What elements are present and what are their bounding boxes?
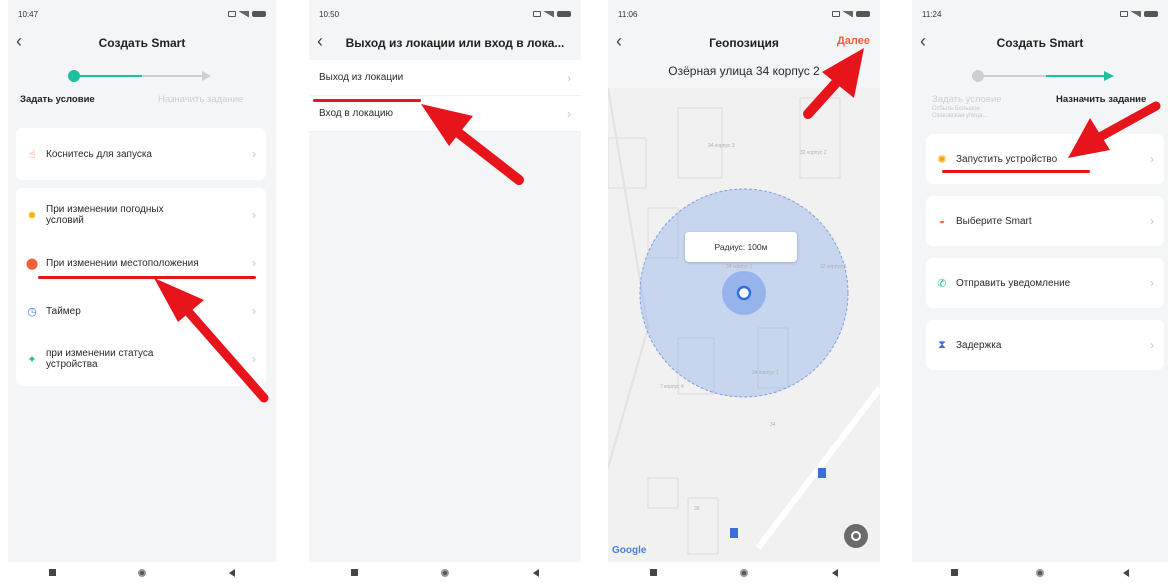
screen-create-smart-condition: 10:47 ‹ Создать Smart Задать условие Наз… (8, 0, 276, 562)
recents-icon[interactable] (649, 569, 657, 576)
system-nav-bar (8, 562, 276, 583)
screen-location-exit-enter: 10:50 ‹ Выход из локации или вход в лока… (309, 0, 581, 562)
home-icon[interactable] (138, 568, 147, 577)
nav-back-icon[interactable] (1122, 568, 1129, 577)
recents-icon[interactable] (951, 569, 959, 576)
screen-geoposition: 11:06 ‹ Геопозиция Далее Озёрная улица 3… (608, 0, 880, 562)
nav-back-icon[interactable] (832, 568, 839, 577)
home-icon[interactable] (740, 568, 749, 577)
annotation-arrow (154, 278, 269, 403)
annotation-arrow (421, 104, 524, 185)
system-nav-bar (309, 562, 581, 583)
system-nav-bar (608, 562, 880, 583)
nav-back-icon[interactable] (228, 568, 235, 577)
recents-icon[interactable] (49, 569, 57, 576)
annotation-arrow (1068, 101, 1161, 158)
nav-back-icon[interactable] (533, 568, 540, 577)
annotation-arrow (803, 48, 864, 119)
system-nav-bar (912, 562, 1168, 583)
recents-icon[interactable] (350, 569, 358, 576)
screen-create-smart-task: 11:24 ‹ Создать Smart Задать условие Отб… (912, 0, 1168, 562)
home-icon[interactable] (1036, 568, 1045, 577)
home-icon[interactable] (441, 568, 450, 577)
